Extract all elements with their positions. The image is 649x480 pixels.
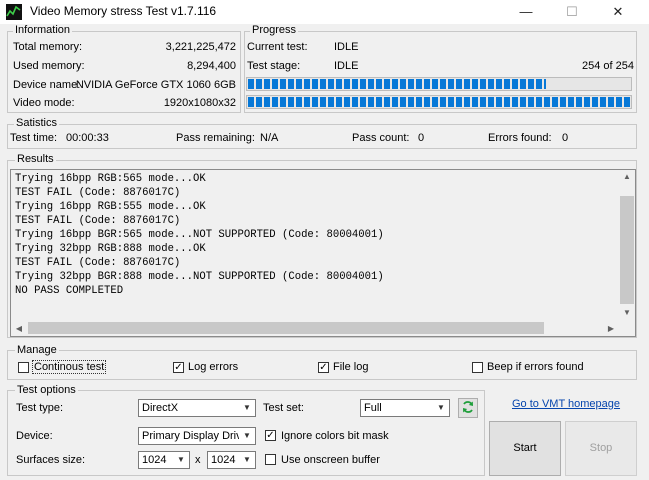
device-dropdown[interactable]: Primary Display Drive ▼ [138, 427, 256, 445]
errors-found-value: 0 [562, 132, 569, 144]
test-set-label: Test set: [263, 402, 304, 414]
stage-count: 254 of 254 [582, 60, 634, 72]
video-mode-value: 1920x1080x32 [163, 97, 236, 109]
title-bar[interactable]: Video Memory stress Test v1.7.116 — ☐ ✕ [0, 0, 649, 24]
device-value: Primary Display Drive [142, 430, 248, 442]
surface-height-value: 1024 [211, 454, 236, 466]
vertical-scroll-thumb[interactable] [620, 196, 634, 304]
beep-label[interactable]: Beep if errors found [487, 361, 584, 373]
log-line: TEST FAIL (Code: 8876017C) [15, 257, 181, 269]
log-line: NO PASS COMPLETED [15, 285, 124, 297]
log-errors-label[interactable]: Log errors [188, 361, 238, 373]
test-type-dropdown[interactable]: DirectX ▼ [138, 399, 256, 417]
pass-remaining-value: N/A [260, 132, 279, 144]
chevron-down-icon[interactable]: ▼ [433, 400, 449, 416]
log-line: Trying 32bpp RGB:888 mode...OK [15, 243, 206, 255]
ignore-colors-checkbox[interactable]: ✓ [265, 430, 276, 441]
window-title: Video Memory stress Test v1.7.116 [30, 4, 217, 18]
vmt-homepage-link[interactable]: Go to VMT homepage [512, 398, 620, 410]
total-memory-label: Total memory: [13, 41, 83, 53]
used-memory-value: 8,294,400 [187, 60, 236, 72]
start-button[interactable]: Start [489, 421, 561, 476]
onscreen-buffer-label[interactable]: Use onscreen buffer [281, 454, 380, 466]
refresh-icon [463, 401, 473, 413]
results-legend: Results [15, 153, 56, 165]
errors-found-label: Errors found: [488, 132, 552, 144]
log-line: Trying 16bpp RGB:555 mode...OK [15, 201, 206, 213]
device-name-label: Device name: [13, 79, 81, 91]
log-line: TEST FAIL (Code: 8876017C) [15, 187, 181, 199]
scroll-left-arrow-icon[interactable]: ◀ [13, 324, 25, 333]
surface-size-separator: x [195, 454, 201, 466]
stage-progress-bar [246, 77, 632, 91]
video-mode-label: Video mode: [13, 97, 75, 109]
results-horizontal-scrollbar[interactable]: ◀ ▶ [11, 320, 619, 336]
ignore-colors-label[interactable]: Ignore colors bit mask [281, 430, 389, 442]
total-progress-fill [248, 97, 630, 107]
test-stage-value: IDLE [334, 60, 359, 72]
scroll-right-arrow-icon[interactable]: ▶ [605, 324, 617, 333]
surface-width-value: 1024 [142, 454, 167, 466]
surface-height-dropdown[interactable]: 1024 ▼ [207, 451, 256, 469]
pass-count-label: Pass count: [352, 132, 410, 144]
scroll-down-arrow-icon[interactable]: ▼ [619, 308, 635, 317]
current-test-label: Current test: [247, 41, 308, 53]
current-test-value: IDLE [334, 41, 359, 53]
information-legend: Information [13, 24, 73, 36]
onscreen-buffer-checkbox[interactable] [265, 454, 276, 465]
test-time-value: 00:00:33 [66, 132, 109, 144]
horizontal-scroll-thumb[interactable] [28, 322, 544, 334]
test-options-legend: Test options [15, 384, 78, 396]
chevron-down-icon[interactable]: ▼ [239, 428, 255, 444]
log-line: Trying 16bpp RGB:565 mode...OK [15, 173, 206, 185]
chevron-down-icon[interactable]: ▼ [173, 452, 189, 468]
log-line: Trying 16bpp BGR:565 mode...NOT SUPPORTE… [15, 229, 384, 241]
surfaces-size-label: Surfaces size: [16, 454, 86, 466]
scroll-up-arrow-icon[interactable]: ▲ [619, 172, 635, 181]
test-type-label: Test type: [16, 402, 64, 414]
test-type-value: DirectX [142, 402, 179, 414]
log-line: TEST FAIL (Code: 8876017C) [15, 215, 181, 227]
stop-button[interactable]: Stop [565, 421, 637, 476]
close-button[interactable]: ✕ [595, 0, 641, 24]
device-label: Device: [16, 430, 53, 442]
beep-checkbox[interactable] [472, 362, 483, 373]
test-stage-label: Test stage: [247, 60, 301, 72]
results-log-text: Trying 16bpp RGB:565 mode...OK TEST FAIL … [15, 172, 384, 298]
file-log-label[interactable]: File log [333, 361, 368, 373]
chevron-down-icon[interactable]: ▼ [239, 452, 255, 468]
total-progress-bar [246, 95, 632, 109]
test-set-dropdown[interactable]: Full ▼ [360, 399, 450, 417]
refresh-button[interactable] [458, 398, 478, 418]
test-set-value: Full [364, 402, 382, 414]
maximize-button[interactable]: ☐ [549, 0, 595, 24]
test-time-label: Test time: [10, 132, 58, 144]
pass-remaining-label: Pass remaining: [176, 132, 255, 144]
continous-test-checkbox[interactable] [18, 362, 29, 373]
file-log-checkbox[interactable]: ✓ [318, 362, 329, 373]
results-log-box[interactable]: Trying 16bpp RGB:565 mode...OK TEST FAIL … [10, 169, 636, 337]
stage-progress-fill [248, 79, 546, 89]
results-vertical-scrollbar[interactable]: ▲ ▼ [619, 170, 635, 320]
used-memory-label: Used memory: [13, 60, 85, 72]
statistics-legend: Satistics [14, 117, 59, 129]
continous-test-label[interactable]: Continous test [31, 360, 107, 374]
log-errors-checkbox[interactable]: ✓ [173, 362, 184, 373]
progress-legend: Progress [250, 24, 299, 36]
surface-width-dropdown[interactable]: 1024 ▼ [138, 451, 190, 469]
app-chart-icon [6, 4, 22, 20]
total-memory-value: 3,221,225,472 [165, 41, 236, 53]
device-name-value: NVIDIA GeForce GTX 1060 6GB [75, 79, 236, 91]
pass-count-value: 0 [418, 132, 425, 144]
manage-legend: Manage [15, 344, 59, 356]
log-line: Trying 32bpp BGR:888 mode...NOT SUPPORTE… [15, 271, 384, 283]
chevron-down-icon[interactable]: ▼ [239, 400, 255, 416]
minimize-button[interactable]: — [503, 0, 549, 24]
